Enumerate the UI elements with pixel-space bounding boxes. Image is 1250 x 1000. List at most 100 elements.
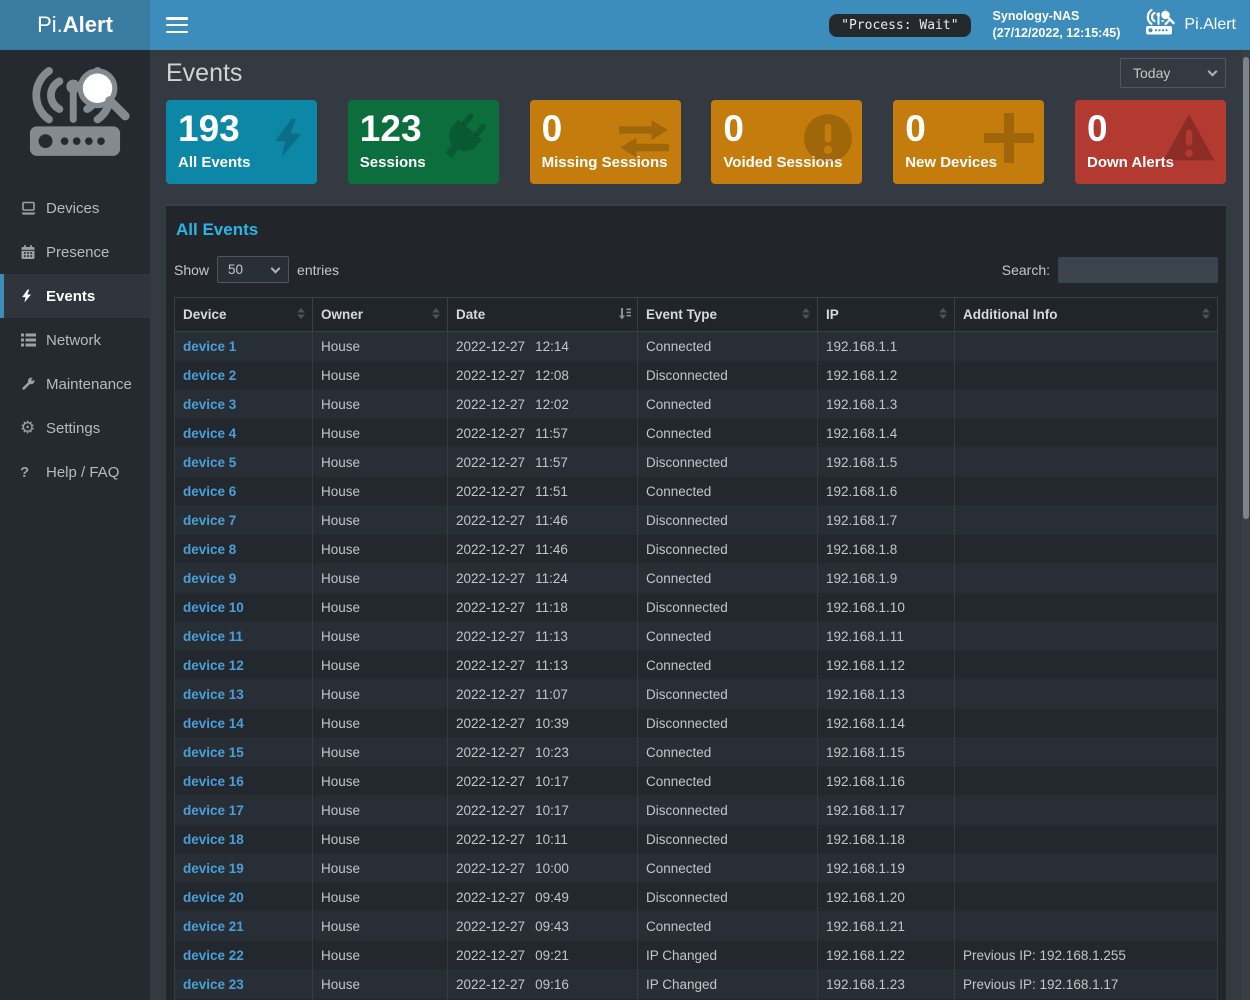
date-cell: 2022-12-2710:17 <box>448 796 638 825</box>
device-link[interactable]: device 6 <box>183 484 236 499</box>
device-link[interactable]: device 3 <box>183 397 236 412</box>
plug-icon <box>437 112 489 164</box>
device-cell: device 21 <box>175 912 313 941</box>
device-link[interactable]: device 17 <box>183 803 244 818</box>
sort-icon[interactable] <box>431 307 441 322</box>
table-row: device 20House2022-12-2709:49Disconnecte… <box>175 883 1218 912</box>
device-link[interactable]: device 2 <box>183 368 236 383</box>
panel-title: All Events <box>176 220 1218 240</box>
device-link[interactable]: device 11 <box>183 629 243 644</box>
device-link[interactable]: device 14 <box>183 716 244 731</box>
card-missing-sessions[interactable]: 0 Missing Sessions <box>530 100 681 184</box>
additional-info-cell <box>955 361 1218 390</box>
table-row: device 12House2022-12-2711:13Connected19… <box>175 651 1218 680</box>
additional-info-cell <box>955 622 1218 651</box>
table-row: device 18House2022-12-2710:11Disconnecte… <box>175 825 1218 854</box>
period-select[interactable]: Today <box>1120 58 1226 88</box>
warning-triangle-icon <box>1162 114 1216 162</box>
additional-info-cell <box>955 564 1218 593</box>
app-link[interactable]: Pi.Alert <box>1142 8 1236 43</box>
date-cell: 2022-12-2709:49 <box>448 883 638 912</box>
device-link[interactable]: device 16 <box>183 774 244 789</box>
sort-icon[interactable] <box>296 307 306 322</box>
device-link[interactable]: device 9 <box>183 571 236 586</box>
column-header-additional-info[interactable]: Additional Info <box>955 298 1218 332</box>
event-type-cell: Connected <box>638 738 818 767</box>
device-cell: device 6 <box>175 477 313 506</box>
column-header-device[interactable]: Device <box>175 298 313 332</box>
page-scrollbar[interactable] <box>1242 50 1250 1000</box>
device-link[interactable]: device 22 <box>183 948 244 963</box>
event-type-cell: Connected <box>638 564 818 593</box>
ip-cell: 192.168.1.14 <box>818 709 955 738</box>
device-link[interactable]: device 23 <box>183 977 244 992</box>
additional-info-cell <box>955 825 1218 854</box>
table-row: device 16House2022-12-2710:17Connected19… <box>175 767 1218 796</box>
device-link[interactable]: device 19 <box>183 861 244 876</box>
column-header-ip[interactable]: IP <box>818 298 955 332</box>
sidebar-item-help[interactable]: ? Help / FAQ <box>0 450 150 494</box>
additional-info-cell: Previous IP: 192.168.1.17 <box>955 970 1218 999</box>
ip-cell: 192.168.1.11 <box>818 622 955 651</box>
device-link[interactable]: device 13 <box>183 687 244 702</box>
device-link[interactable]: device 1 <box>183 339 236 354</box>
sidebar-item-devices[interactable]: Devices <box>0 186 150 230</box>
device-link[interactable]: device 7 <box>183 513 236 528</box>
column-header-owner[interactable]: Owner <box>313 298 448 332</box>
device-link[interactable]: device 12 <box>183 658 244 673</box>
sort-icon[interactable] <box>801 307 811 322</box>
sidebar-item-network[interactable]: Network <box>0 318 150 362</box>
app-logo[interactable]: Pi.Alert <box>0 0 150 50</box>
owner-cell: House <box>313 419 448 448</box>
device-link[interactable]: device 21 <box>183 919 244 934</box>
page-length-select[interactable]: 50 <box>217 256 289 283</box>
host-timestamp: (27/12/2022, 12:15:45) <box>993 25 1121 42</box>
device-link[interactable]: device 15 <box>183 745 244 760</box>
sidebar-item-maintenance[interactable]: Maintenance <box>0 362 150 406</box>
device-link[interactable]: device 5 <box>183 455 236 470</box>
date-cell: 2022-12-2709:16 <box>448 970 638 999</box>
date-cell: 2022-12-2710:00 <box>448 854 638 883</box>
additional-info-cell <box>955 709 1218 738</box>
device-cell: device 14 <box>175 709 313 738</box>
card-voided-sessions[interactable]: 0 Voided Sessions <box>711 100 862 184</box>
device-link[interactable]: device 10 <box>183 600 244 615</box>
ip-cell: 192.168.1.10 <box>818 593 955 622</box>
entries-label: entries <box>297 262 339 278</box>
owner-cell: House <box>313 912 448 941</box>
column-header-date[interactable]: Date <box>448 298 638 332</box>
additional-info-cell <box>955 535 1218 564</box>
host-info: Synology-NAS (27/12/2022, 12:15:45) <box>993 8 1121 42</box>
device-cell: device 22 <box>175 941 313 970</box>
device-cell: device 18 <box>175 825 313 854</box>
sidebar-item-settings[interactable]: ⚙ Settings <box>0 406 150 450</box>
search-input[interactable] <box>1058 257 1218 283</box>
card-all-events[interactable]: 193 All Events <box>166 100 317 184</box>
card-new-devices[interactable]: 0 New Devices <box>893 100 1044 184</box>
bolt-icon <box>20 288 46 304</box>
sort-icon[interactable] <box>938 307 948 322</box>
device-link[interactable]: device 20 <box>183 890 244 905</box>
device-link[interactable]: device 8 <box>183 542 236 557</box>
sort-icon[interactable] <box>1201 307 1211 322</box>
table-row: device 14House2022-12-2710:39Disconnecte… <box>175 709 1218 738</box>
sidebar-toggle-icon[interactable] <box>166 17 188 33</box>
event-type-cell: Connected <box>638 651 818 680</box>
device-cell: device 20 <box>175 883 313 912</box>
ip-cell: 192.168.1.17 <box>818 796 955 825</box>
device-link[interactable]: device 18 <box>183 832 244 847</box>
column-header-event-type[interactable]: Event Type <box>638 298 818 332</box>
date-cell: 2022-12-2711:57 <box>448 419 638 448</box>
sort-descending-icon[interactable] <box>619 307 631 322</box>
ip-cell: 192.168.1.5 <box>818 448 955 477</box>
event-type-cell: Disconnected <box>638 593 818 622</box>
sidebar-item-presence[interactable]: Presence <box>0 230 150 274</box>
scrollbar-thumb[interactable] <box>1243 57 1249 519</box>
device-link[interactable]: device 4 <box>183 426 236 441</box>
sidebar-item-events[interactable]: Events <box>0 274 150 318</box>
date-cell: 2022-12-2711:46 <box>448 506 638 535</box>
navbar-right: "Process: Wait" Synology-NAS (27/12/2022… <box>829 8 1250 43</box>
card-sessions[interactable]: 123 Sessions <box>348 100 499 184</box>
card-down-alerts[interactable]: 0 Down Alerts <box>1075 100 1226 184</box>
ip-cell: 192.168.1.3 <box>818 390 955 419</box>
